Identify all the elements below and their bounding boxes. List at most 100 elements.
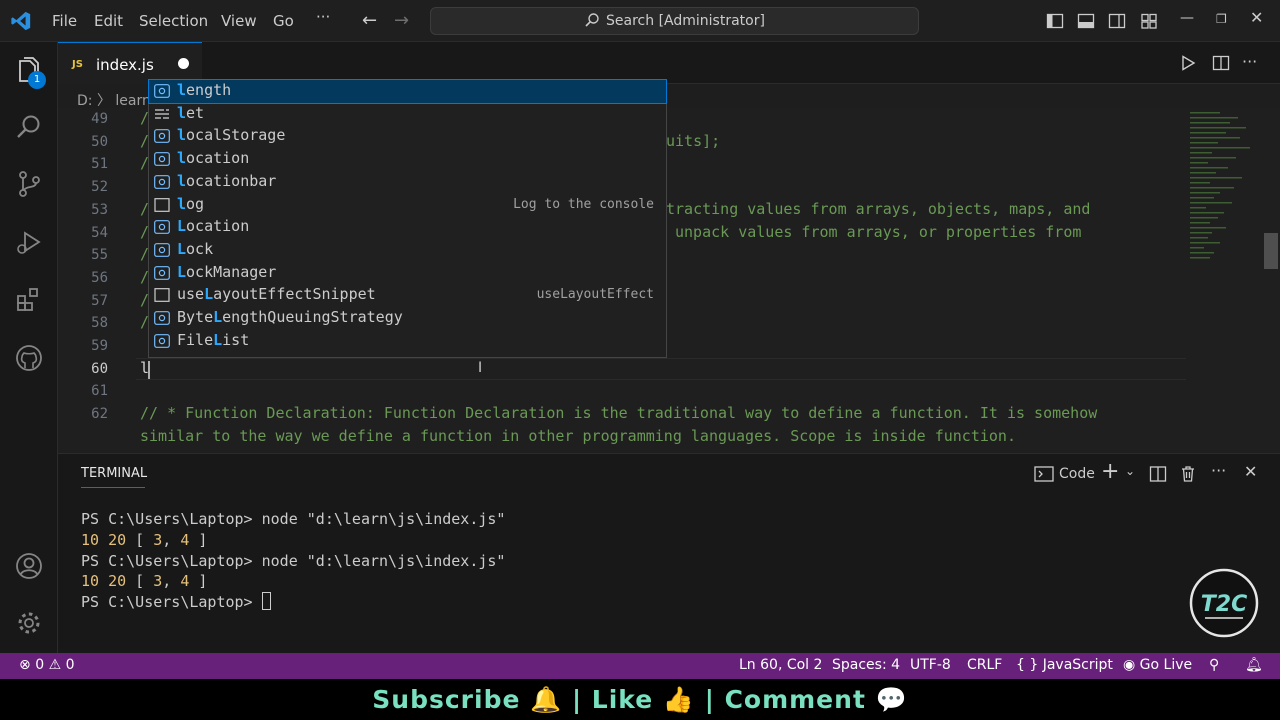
line-number: 51 bbox=[91, 156, 108, 173]
suggestion-match: L bbox=[213, 330, 223, 349]
javascript-file-icon: JS bbox=[72, 59, 83, 70]
suggestion-suffix: et bbox=[186, 103, 205, 122]
suggestion-match: l bbox=[177, 171, 187, 190]
terminal-icon[interactable] bbox=[1034, 465, 1054, 483]
suggestion-item[interactable]: LockManager bbox=[149, 262, 666, 285]
trash-icon[interactable] bbox=[1180, 465, 1196, 483]
output-text: , bbox=[162, 572, 181, 591]
suggestion-item[interactable]: let bbox=[149, 103, 666, 126]
suggestion-prefix: Byte bbox=[177, 308, 214, 326]
output-text: ] bbox=[189, 572, 208, 591]
suggestion-detail: Log to the console bbox=[513, 196, 654, 212]
suggestion-item[interactable]: Location bbox=[149, 216, 666, 239]
terminal-line: 10 20 [ 3, 4 ] bbox=[81, 530, 505, 551]
error-count: 0 bbox=[35, 657, 45, 673]
terminal-line: PS C:\Users\Laptop> node "d:\learn\js\in… bbox=[81, 551, 505, 572]
suggestion-label: LockManager bbox=[177, 263, 276, 281]
line-number: 50 bbox=[91, 133, 108, 150]
line-number: 49 bbox=[91, 111, 108, 127]
error-icon: ⊗ bbox=[19, 657, 31, 673]
minimap[interactable] bbox=[1186, 108, 1258, 278]
suggestion-item[interactable]: locationbar bbox=[149, 171, 666, 194]
go-live-button[interactable]: ◉ Go Live bbox=[1123, 657, 1192, 673]
toggle-secondary-sidebar-icon[interactable] bbox=[1108, 12, 1126, 30]
suggestion-item[interactable]: ByteLengthQueuingStrategy bbox=[149, 307, 666, 330]
suggestion-item[interactable]: Lock bbox=[149, 239, 666, 262]
output-number: 3 bbox=[153, 572, 163, 591]
breadcrumb[interactable]: D: 〉 learn bbox=[77, 90, 151, 110]
account-icon[interactable] bbox=[14, 551, 44, 581]
encoding[interactable]: UTF-8 bbox=[910, 657, 951, 673]
suggestion-suffix: ocalStorage bbox=[186, 126, 286, 145]
more-actions-icon[interactable]: ··· bbox=[1211, 461, 1226, 480]
search-icon[interactable] bbox=[14, 112, 44, 142]
suggestion-match: L bbox=[177, 239, 187, 258]
forward-arrow-icon[interactable]: → bbox=[394, 10, 409, 31]
suggestion-item[interactable]: useLayoutEffectSnippet useLayoutEffect bbox=[149, 284, 666, 307]
indentation[interactable]: Spaces: 4 bbox=[832, 657, 900, 673]
minimize-icon[interactable]: — bbox=[1180, 10, 1194, 26]
terminal-profile-label[interactable]: Code bbox=[1059, 466, 1095, 484]
suggestion-prefix: File bbox=[177, 330, 214, 349]
command-center-search[interactable]: Search [Administrator] bbox=[430, 7, 919, 35]
source-control-icon[interactable] bbox=[14, 169, 44, 199]
menu-edit[interactable]: Edit bbox=[94, 12, 123, 30]
line-number: 56 bbox=[91, 269, 108, 286]
cursor-position[interactable]: Ln 60, Col 2 bbox=[739, 657, 822, 673]
broadcast-icon: ◉ bbox=[1123, 657, 1136, 673]
line-number: 60 bbox=[91, 360, 108, 377]
tab-index-js[interactable]: JS index.js bbox=[58, 42, 202, 84]
extensions-icon[interactable] bbox=[14, 285, 44, 315]
suggestion-suffix: ayoutEffectSnippet bbox=[213, 285, 376, 304]
menu-view[interactable]: View bbox=[221, 12, 257, 30]
problems-status[interactable]: ⊗ 0 ⚠ 0 bbox=[19, 657, 75, 673]
run-file-icon[interactable] bbox=[1179, 54, 1197, 72]
close-window-icon[interactable]: ✕ bbox=[1250, 8, 1263, 27]
suggestion-label: ByteLengthQueuingStrategy bbox=[177, 308, 403, 326]
suggestion-suffix: ocation bbox=[186, 149, 250, 168]
suggestion-suffix: ocation bbox=[186, 217, 250, 236]
suggestion-item[interactable]: location bbox=[149, 148, 666, 171]
t2c-logo-text: T2C bbox=[1201, 592, 1247, 617]
terminal-output[interactable]: PS C:\Users\Laptop> node "d:\learn\js\in… bbox=[81, 509, 505, 613]
toggle-sidebar-icon[interactable] bbox=[1046, 12, 1064, 30]
new-terminal-icon[interactable]: + bbox=[1101, 459, 1119, 484]
close-panel-icon[interactable]: ✕ bbox=[1244, 462, 1257, 481]
more-actions-icon[interactable]: ··· bbox=[1242, 52, 1260, 71]
suggestion-match: l bbox=[177, 81, 187, 99]
menu-go[interactable]: Go bbox=[273, 12, 294, 30]
tab-terminal[interactable]: TERMINAL bbox=[81, 466, 147, 481]
suggestion-label: locationbar bbox=[177, 172, 276, 190]
menu-selection[interactable]: Selection bbox=[139, 12, 208, 30]
split-terminal-icon[interactable] bbox=[1149, 465, 1167, 483]
menu-file[interactable]: File bbox=[52, 12, 77, 30]
accounts-icon[interactable]: ⚲ bbox=[1209, 657, 1219, 673]
restore-icon[interactable]: ❐ bbox=[1216, 12, 1227, 26]
suggestion-suffix: engthQueuingStrategy bbox=[222, 308, 403, 326]
suggestion-item[interactable]: FileList bbox=[149, 330, 666, 353]
suggestion-label: log bbox=[177, 195, 204, 213]
menu-more[interactable]: ··· bbox=[316, 8, 330, 26]
suggestion-item[interactable]: localStorage bbox=[149, 125, 666, 148]
customize-layout-icon[interactable] bbox=[1140, 12, 1158, 30]
autocomplete-suggestions[interactable]: length let localStorage location locationbar… bbox=[148, 79, 667, 358]
search-label: Search [Administrator] bbox=[606, 13, 765, 29]
github-icon[interactable] bbox=[14, 343, 44, 373]
subscribe-banner: Subscribe 🔔 | Like 👍 | Comment 💬 bbox=[0, 679, 1280, 720]
output-numbers: 10 20 bbox=[81, 572, 127, 591]
split-editor-icon[interactable] bbox=[1212, 54, 1230, 72]
end-of-line[interactable]: CRLF bbox=[967, 657, 1002, 673]
settings-gear-icon[interactable] bbox=[14, 608, 44, 638]
editor-scrollbar[interactable] bbox=[1264, 233, 1278, 269]
run-debug-icon[interactable] bbox=[14, 227, 44, 257]
notifications-bell-icon[interactable]: 🔔︎ bbox=[1245, 657, 1263, 673]
back-arrow-icon[interactable]: ← bbox=[362, 10, 377, 31]
suggestion-item[interactable]: length bbox=[148, 79, 667, 104]
suggestion-match: L bbox=[213, 308, 223, 326]
suggestion-item[interactable]: log Log to the console bbox=[149, 194, 666, 217]
unsaved-dot-icon[interactable] bbox=[178, 58, 189, 69]
toggle-panel-icon[interactable] bbox=[1077, 12, 1095, 30]
chevron-down-icon[interactable]: ⌄ bbox=[1125, 464, 1135, 482]
language-mode[interactable]: { } JavaScript bbox=[1016, 657, 1113, 673]
variable-icon bbox=[154, 174, 170, 189]
